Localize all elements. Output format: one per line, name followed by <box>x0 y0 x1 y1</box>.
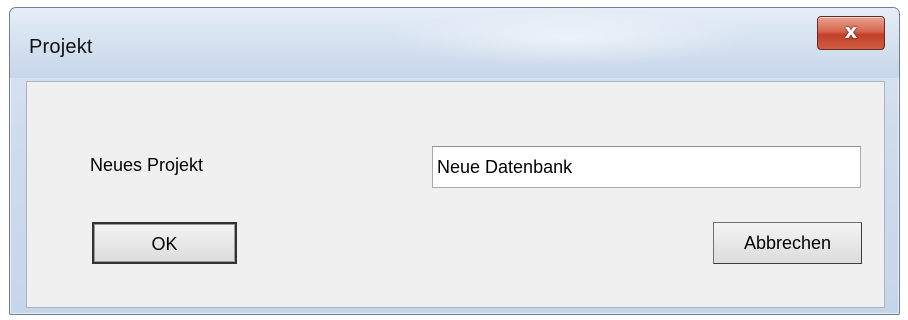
title-bar: Projekt x <box>10 8 899 78</box>
close-button[interactable]: x <box>817 16 885 50</box>
ok-button[interactable]: OK <box>92 222 237 264</box>
window-title: Projekt <box>29 36 93 58</box>
project-name-label: Neues Projekt <box>90 155 204 175</box>
close-icon: x <box>844 19 858 43</box>
dialog-window: Projekt x Neues Projekt OK Abbrechen <box>9 7 900 315</box>
project-name-input[interactable] <box>432 146 861 188</box>
dialog-content: Neues Projekt OK Abbrechen <box>26 81 885 308</box>
cancel-button[interactable]: Abbrechen <box>713 222 862 264</box>
